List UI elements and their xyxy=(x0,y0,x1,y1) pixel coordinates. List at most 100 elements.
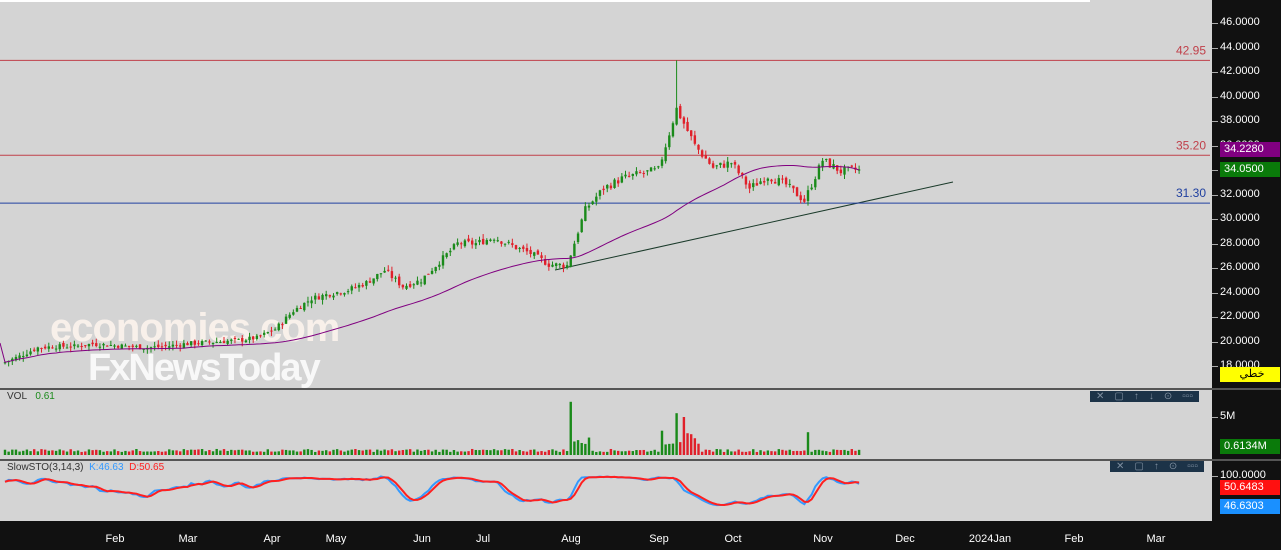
candle-body xyxy=(310,300,313,304)
more-icon[interactable]: ▫▫▫ xyxy=(1182,391,1193,402)
volume-bar xyxy=(160,451,164,455)
price-axis-label: 24.0000 xyxy=(1220,285,1260,298)
candle-body xyxy=(131,345,134,347)
volume-bar xyxy=(80,451,83,455)
volume-bar xyxy=(642,449,645,455)
volume-bar xyxy=(69,449,72,455)
candle-body xyxy=(795,187,799,197)
candle-body xyxy=(492,239,496,241)
volume-bar xyxy=(40,449,43,455)
volume-bar xyxy=(153,451,156,455)
candle-body xyxy=(379,273,383,275)
maximize-icon[interactable]: ▢ xyxy=(1114,391,1123,402)
volume-bar xyxy=(810,451,813,455)
volume-bar xyxy=(675,413,678,455)
maximize-icon[interactable]: ▢ xyxy=(1134,461,1143,472)
volume-bar xyxy=(211,451,215,455)
candle-body xyxy=(179,345,182,347)
month-label: Feb xyxy=(105,533,125,545)
volume-bar xyxy=(405,449,408,455)
panel-separator[interactable] xyxy=(0,388,1281,390)
candle-body xyxy=(693,135,697,144)
settings-icon[interactable]: ⊙ xyxy=(1169,461,1177,472)
volume-bar xyxy=(204,451,207,455)
candle-body xyxy=(335,292,339,294)
volume-bar xyxy=(485,449,488,455)
sto-k-tag: 46.6303 xyxy=(1220,499,1280,514)
candle-body xyxy=(489,239,492,241)
candle-body xyxy=(573,243,576,257)
candle-body xyxy=(788,183,791,185)
time-axis[interactable] xyxy=(78,530,1212,550)
volume-bar xyxy=(544,451,547,455)
candle-body xyxy=(248,336,251,340)
candle-body xyxy=(58,344,61,350)
close-icon[interactable]: ✕ xyxy=(1116,461,1124,472)
month-label: Jun xyxy=(413,533,431,545)
month-label: Apr xyxy=(263,533,281,545)
volume-bar xyxy=(18,451,21,455)
volume-bar xyxy=(230,449,233,455)
candle-body xyxy=(730,163,733,165)
volume-bar xyxy=(127,451,131,455)
candle-body xyxy=(463,240,467,247)
candle-body xyxy=(569,255,572,267)
more-icon[interactable]: ▫▫▫ xyxy=(1187,461,1198,472)
move-up-icon[interactable]: ↑ xyxy=(1134,391,1139,402)
volume-bar xyxy=(839,450,843,455)
candle-body xyxy=(328,295,332,297)
candle-body xyxy=(441,255,445,266)
candle-body xyxy=(372,278,375,284)
volume-bar xyxy=(777,449,780,455)
volume-bar xyxy=(679,442,682,455)
volume-bar xyxy=(135,449,138,455)
candle-body xyxy=(638,172,642,174)
candle-body xyxy=(193,340,196,345)
vol-value: 0.61 xyxy=(35,391,55,402)
panel-separator[interactable] xyxy=(0,459,1281,461)
move-up-icon[interactable]: ↑ xyxy=(1154,461,1159,472)
candle-body xyxy=(423,275,426,285)
candle-body xyxy=(584,206,587,221)
candle-body xyxy=(51,347,54,349)
candle-body xyxy=(408,284,412,287)
volume-bar xyxy=(850,449,853,455)
volume-bar xyxy=(857,449,861,455)
volume-bar xyxy=(584,443,587,455)
candle-body xyxy=(529,249,532,255)
volume-bar xyxy=(346,450,350,455)
volume-bar xyxy=(638,450,642,455)
candle-body xyxy=(416,280,419,285)
candle-body xyxy=(91,342,94,345)
candle-body xyxy=(47,346,50,349)
candle-body xyxy=(65,347,69,349)
settings-icon[interactable]: ⊙ xyxy=(1164,391,1172,402)
volume-bar xyxy=(657,451,660,455)
candle-body xyxy=(54,348,58,350)
volume-bar xyxy=(22,450,25,455)
volume-bar xyxy=(547,450,551,455)
close-icon[interactable]: ✕ xyxy=(1096,391,1104,402)
volume-bar xyxy=(427,449,430,455)
trend-line[interactable] xyxy=(554,181,954,271)
candle-body xyxy=(653,168,656,170)
linear-scale-button[interactable]: خطي xyxy=(1220,367,1280,382)
move-down-icon[interactable]: ↓ xyxy=(1149,391,1154,402)
candle-body xyxy=(591,201,594,205)
volume-bar xyxy=(631,451,634,455)
candle-body xyxy=(361,284,364,287)
candle-body xyxy=(460,243,463,245)
volume-bar xyxy=(711,451,715,455)
candle-body xyxy=(759,181,762,185)
volume-bar xyxy=(620,451,624,455)
volume-bar xyxy=(449,451,452,455)
candle-body xyxy=(810,187,813,190)
candle-body xyxy=(197,343,200,345)
volume-bar xyxy=(773,451,777,455)
price-axis-label: 22.0000 xyxy=(1220,310,1260,322)
volume-bar xyxy=(299,451,302,455)
month-label: Dec xyxy=(895,533,915,545)
candle-body xyxy=(434,267,437,271)
candle-body xyxy=(284,316,288,324)
candle-body xyxy=(558,263,561,266)
